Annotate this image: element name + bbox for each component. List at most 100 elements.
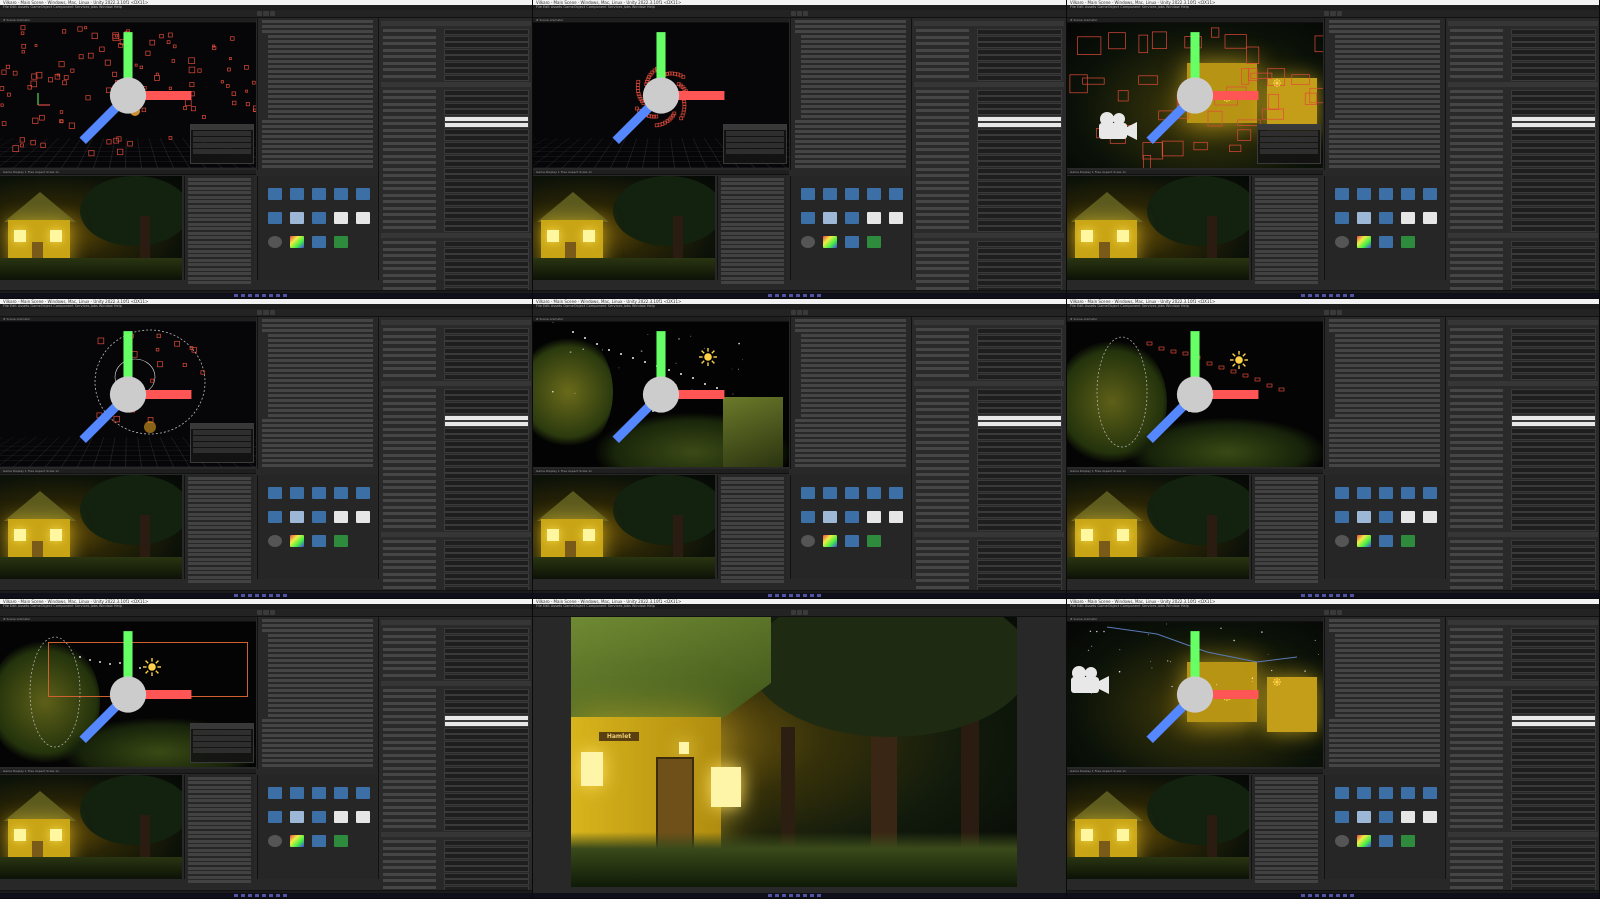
secondary-hierarchy[interactable] xyxy=(717,176,787,284)
list-row[interactable] xyxy=(262,120,373,123)
list-row[interactable] xyxy=(1255,535,1318,538)
orientation-gizmo-icon[interactable] xyxy=(1067,622,1323,767)
asset-icon[interactable] xyxy=(356,188,370,200)
list-row[interactable] xyxy=(721,521,784,525)
list-row[interactable] xyxy=(1335,714,1440,717)
list-row[interactable] xyxy=(188,209,251,212)
project-panel[interactable] xyxy=(790,176,910,280)
inspector-field[interactable] xyxy=(1450,773,1596,779)
list-row[interactable] xyxy=(188,281,251,284)
material-icon[interactable] xyxy=(801,535,815,547)
list-row[interactable] xyxy=(262,125,373,128)
asset-icon[interactable] xyxy=(889,511,903,523)
inspector-field[interactable] xyxy=(383,200,529,206)
list-row[interactable] xyxy=(1335,639,1440,642)
list-row[interactable] xyxy=(1335,369,1440,372)
asset-icon[interactable] xyxy=(801,188,815,200)
hierarchy-panel[interactable] xyxy=(790,18,910,170)
inspector-field[interactable] xyxy=(383,267,529,273)
inspector-field[interactable] xyxy=(916,260,1062,267)
list-row[interactable] xyxy=(262,749,373,752)
inspector-field[interactable] xyxy=(383,647,529,654)
list-row[interactable] xyxy=(795,125,906,128)
list-row[interactable] xyxy=(188,548,251,552)
list-row[interactable] xyxy=(188,544,251,547)
inspector-field[interactable] xyxy=(1450,473,1596,479)
inspector-field[interactable] xyxy=(1450,792,1596,799)
list-row[interactable] xyxy=(188,231,251,235)
list-row[interactable] xyxy=(721,267,784,271)
asset-icon[interactable] xyxy=(823,188,837,200)
inspector-field[interactable] xyxy=(383,525,529,531)
list-row[interactable] xyxy=(268,110,373,113)
list-row[interactable] xyxy=(268,70,373,73)
list-row[interactable] xyxy=(1255,485,1318,489)
list-row[interactable] xyxy=(188,839,251,843)
scene-view[interactable] xyxy=(0,23,256,168)
secondary-hierarchy[interactable] xyxy=(1251,775,1321,883)
asset-icon[interactable] xyxy=(867,188,881,200)
asset-icon[interactable] xyxy=(1335,212,1349,224)
hierarchy-panel[interactable] xyxy=(1324,18,1444,170)
list-row[interactable] xyxy=(1255,530,1318,534)
inspector-field[interactable] xyxy=(1450,247,1596,254)
list-row[interactable] xyxy=(1329,120,1440,123)
list-row[interactable] xyxy=(721,236,784,239)
list-row[interactable] xyxy=(801,374,906,377)
game-tabs[interactable]: Game Display 1 Free Aspect Scale 1x xyxy=(0,769,256,774)
inspector-field[interactable] xyxy=(1450,667,1596,673)
list-row[interactable] xyxy=(188,521,251,525)
list-row[interactable] xyxy=(262,759,373,762)
inspector-field[interactable] xyxy=(383,395,529,401)
inspector-field[interactable] xyxy=(383,553,529,559)
asset-icon[interactable] xyxy=(290,236,304,248)
list-row[interactable] xyxy=(262,150,373,153)
list-row[interactable] xyxy=(1335,359,1440,362)
list-row[interactable] xyxy=(721,512,784,516)
list-row[interactable] xyxy=(795,459,906,462)
list-row[interactable] xyxy=(1329,729,1440,732)
inspector-field[interactable] xyxy=(1450,714,1596,721)
secondary-hierarchy[interactable] xyxy=(184,775,254,883)
inspector-field[interactable] xyxy=(916,161,1062,167)
inspector-panel[interactable] xyxy=(1445,617,1599,898)
list-row[interactable] xyxy=(721,281,784,284)
list-row[interactable] xyxy=(1255,566,1318,570)
inspector-field[interactable] xyxy=(1450,540,1596,546)
list-row[interactable] xyxy=(1335,35,1440,38)
toolbar[interactable] xyxy=(533,10,1066,18)
inspector-field[interactable] xyxy=(383,466,529,473)
hierarchy-panel[interactable] xyxy=(1324,617,1444,769)
asset-icon[interactable] xyxy=(801,511,815,523)
asset-icon[interactable] xyxy=(356,511,370,523)
inspector-field[interactable] xyxy=(383,226,529,232)
list-row[interactable] xyxy=(268,699,373,702)
list-row[interactable] xyxy=(1329,165,1440,168)
list-row[interactable] xyxy=(795,444,906,447)
inspector-field[interactable] xyxy=(1450,546,1596,553)
asset-icon[interactable] xyxy=(356,811,370,823)
list-row[interactable] xyxy=(188,875,251,879)
list-row[interactable] xyxy=(262,719,373,722)
inspector-field[interactable] xyxy=(383,115,529,122)
list-row[interactable] xyxy=(1335,344,1440,347)
inspector-field[interactable] xyxy=(383,260,529,267)
inspector-field[interactable] xyxy=(383,566,529,572)
list-row[interactable] xyxy=(262,329,373,332)
inspector-field[interactable] xyxy=(1450,786,1596,792)
list-row[interactable] xyxy=(1335,65,1440,68)
inspector-field[interactable] xyxy=(1450,55,1596,61)
toolbar[interactable] xyxy=(0,10,532,18)
inspector-field[interactable] xyxy=(383,634,529,641)
inspector-field[interactable] xyxy=(383,373,529,380)
inspector-field[interactable] xyxy=(916,559,1062,566)
inspector-field[interactable] xyxy=(383,805,529,812)
asset-icon[interactable] xyxy=(1357,787,1371,799)
inspector-field[interactable] xyxy=(1450,695,1596,701)
inspector-field[interactable] xyxy=(1450,260,1596,267)
inspector-field[interactable] xyxy=(916,466,1062,473)
inspector-field[interactable] xyxy=(383,486,529,492)
inspector-field[interactable] xyxy=(1450,505,1596,512)
list-row[interactable] xyxy=(1255,249,1318,253)
list-row[interactable] xyxy=(721,539,784,543)
